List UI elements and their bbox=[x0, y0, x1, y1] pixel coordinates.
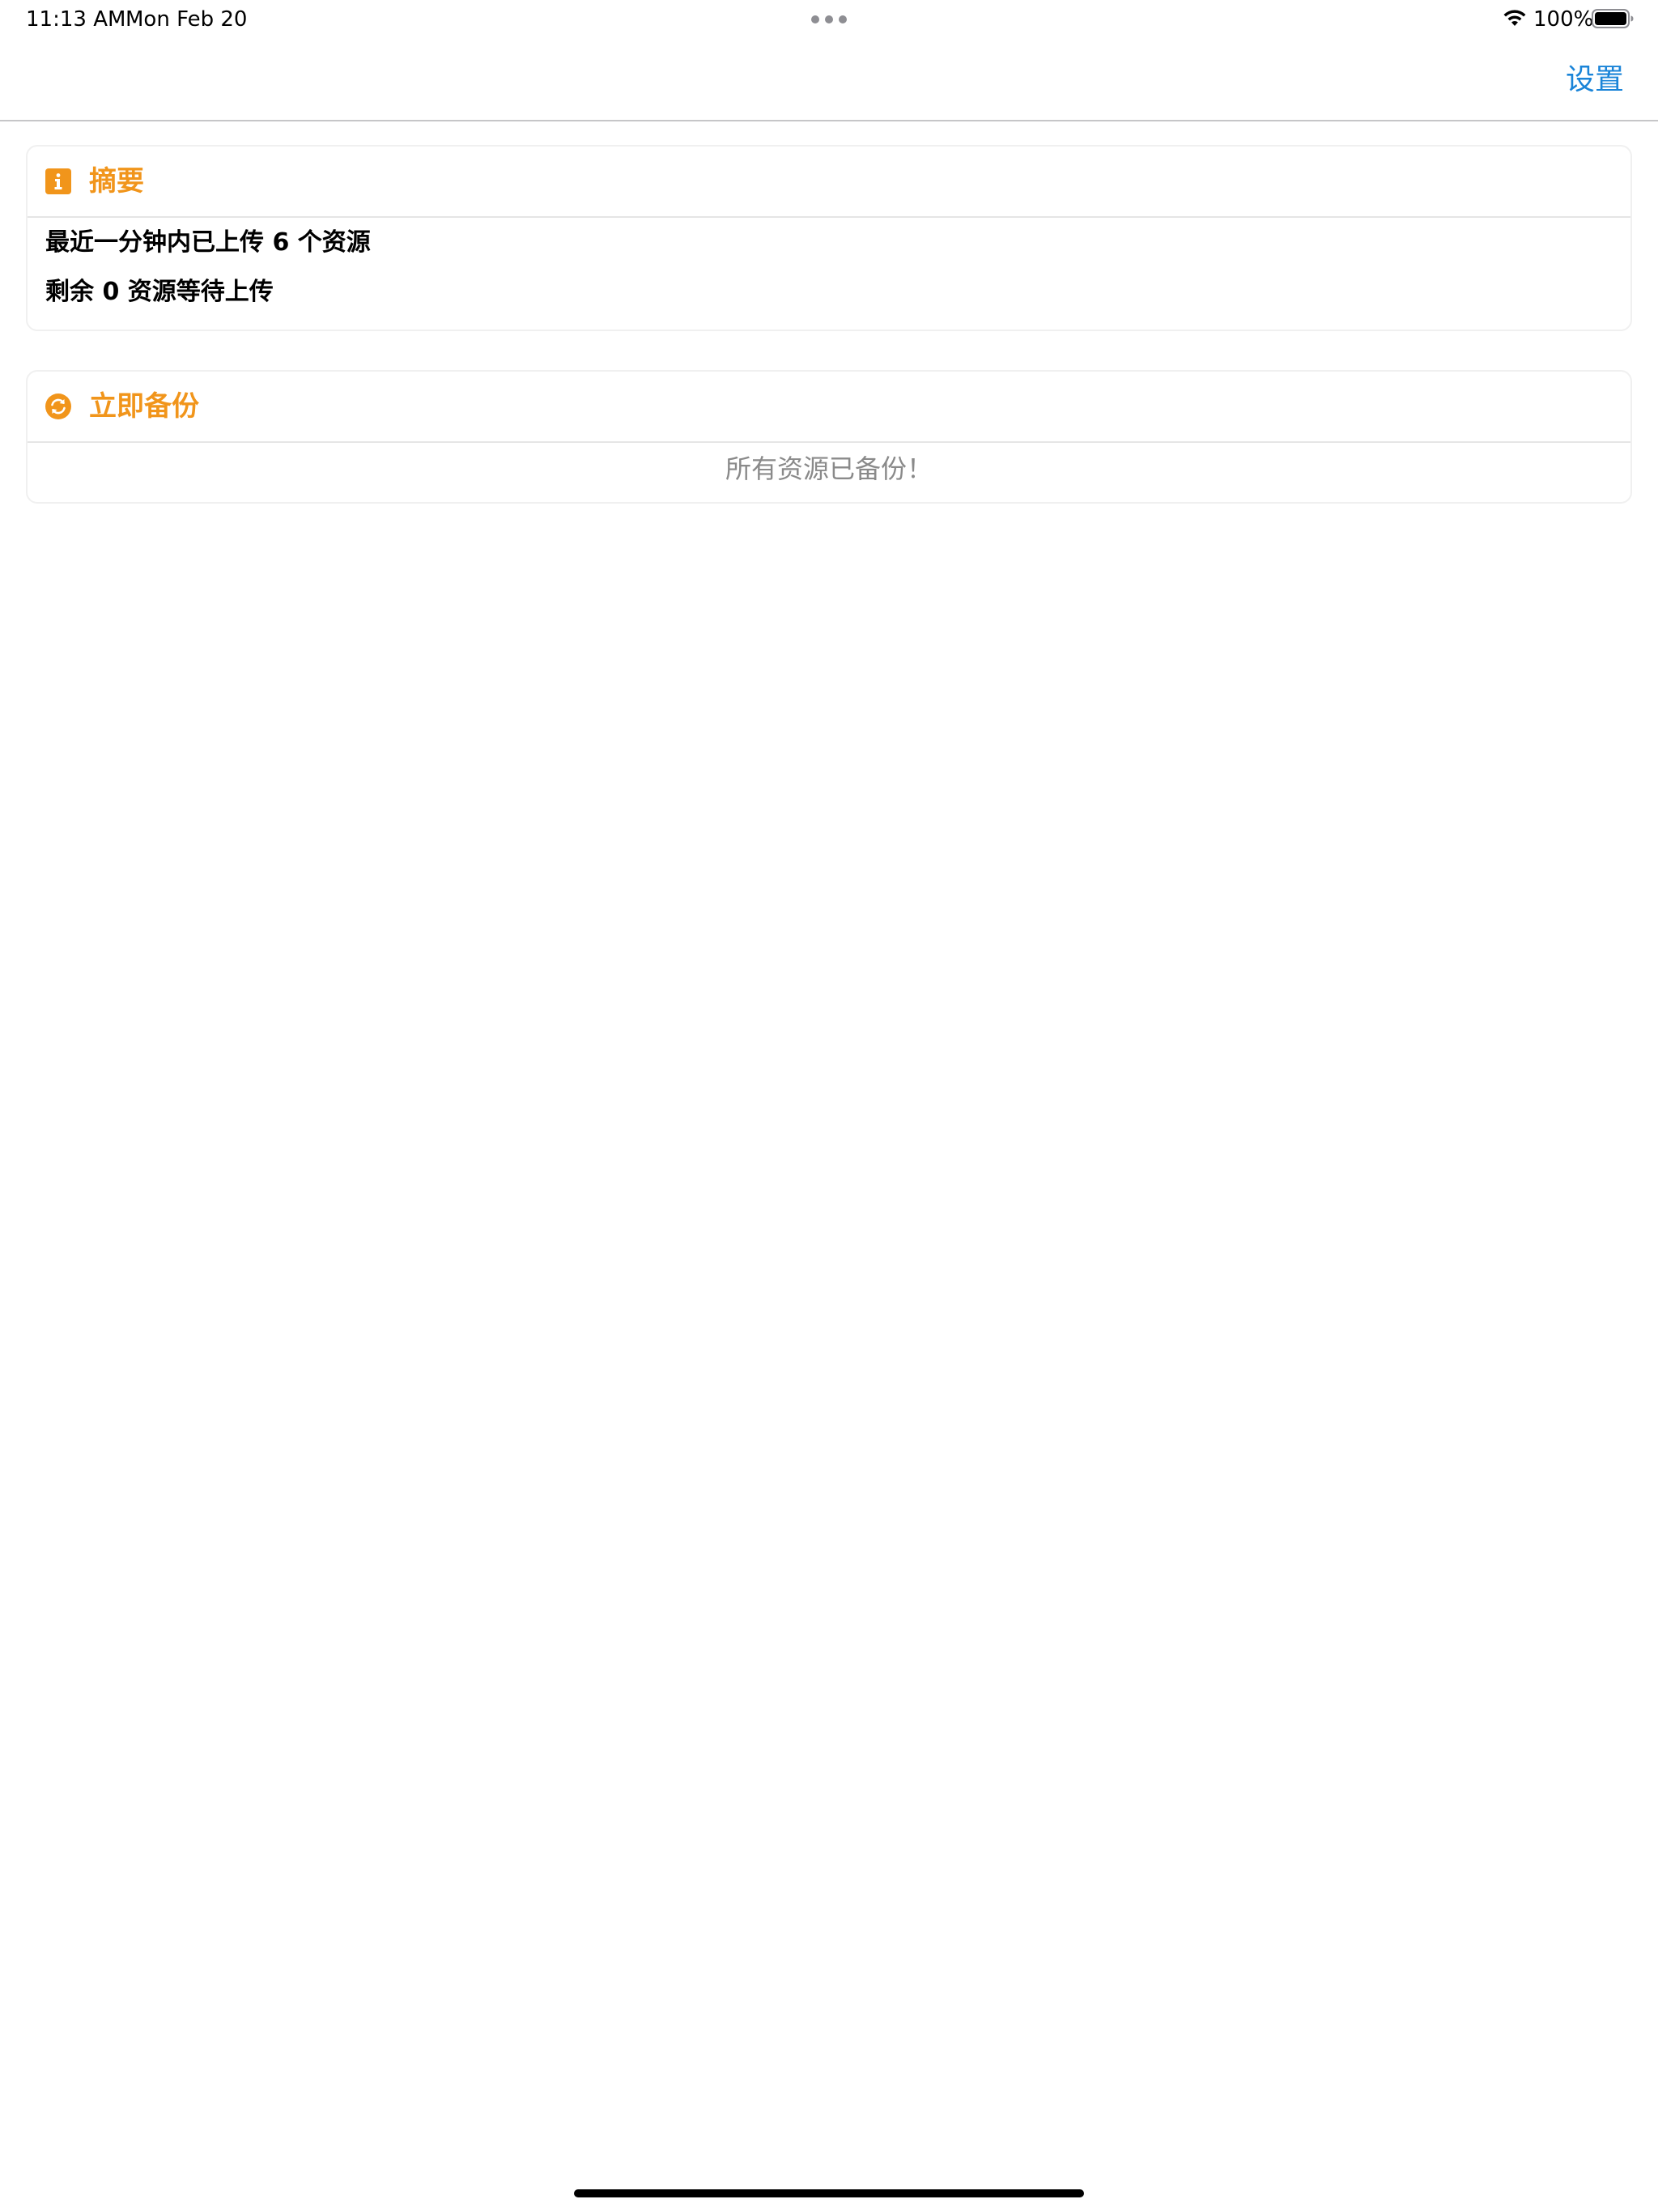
sync-icon bbox=[45, 393, 71, 419]
uploaded-recently-text: 最近一分钟内已上传 6 个资源 bbox=[45, 228, 371, 257]
settings-button[interactable]: 设置 bbox=[1566, 60, 1624, 100]
remaining-upload-text: 剩余 0 资源等待上传 bbox=[45, 278, 274, 306]
wifi-icon bbox=[1503, 10, 1526, 26]
summary-header: 摘要 bbox=[28, 147, 1630, 218]
info-icon bbox=[45, 168, 71, 194]
battery-percent: 100% bbox=[1533, 7, 1594, 32]
multitask-dots-icon[interactable] bbox=[811, 15, 847, 23]
summary-card: 摘要 最近一分钟内已上传 6 个资源 剩余 0 资源等待上传 bbox=[26, 145, 1632, 331]
summary-title: 摘要 bbox=[89, 165, 144, 198]
backup-card: 立即备份 所有资源已备份！ bbox=[26, 370, 1632, 504]
status-date: Mon Feb 20 bbox=[125, 7, 248, 32]
navigation-bar: 设置 bbox=[0, 40, 1658, 121]
battery-icon bbox=[1592, 9, 1634, 28]
home-indicator[interactable] bbox=[574, 2189, 1084, 2197]
backup-title[interactable]: 立即备份 bbox=[89, 386, 199, 427]
backup-header[interactable]: 立即备份 bbox=[28, 372, 1630, 443]
backup-status-message: 所有资源已备份！ bbox=[725, 453, 933, 484]
status-bar: 11:13 AM Mon Feb 20 100% bbox=[0, 0, 1658, 40]
status-time: 11:13 AM bbox=[26, 7, 126, 32]
